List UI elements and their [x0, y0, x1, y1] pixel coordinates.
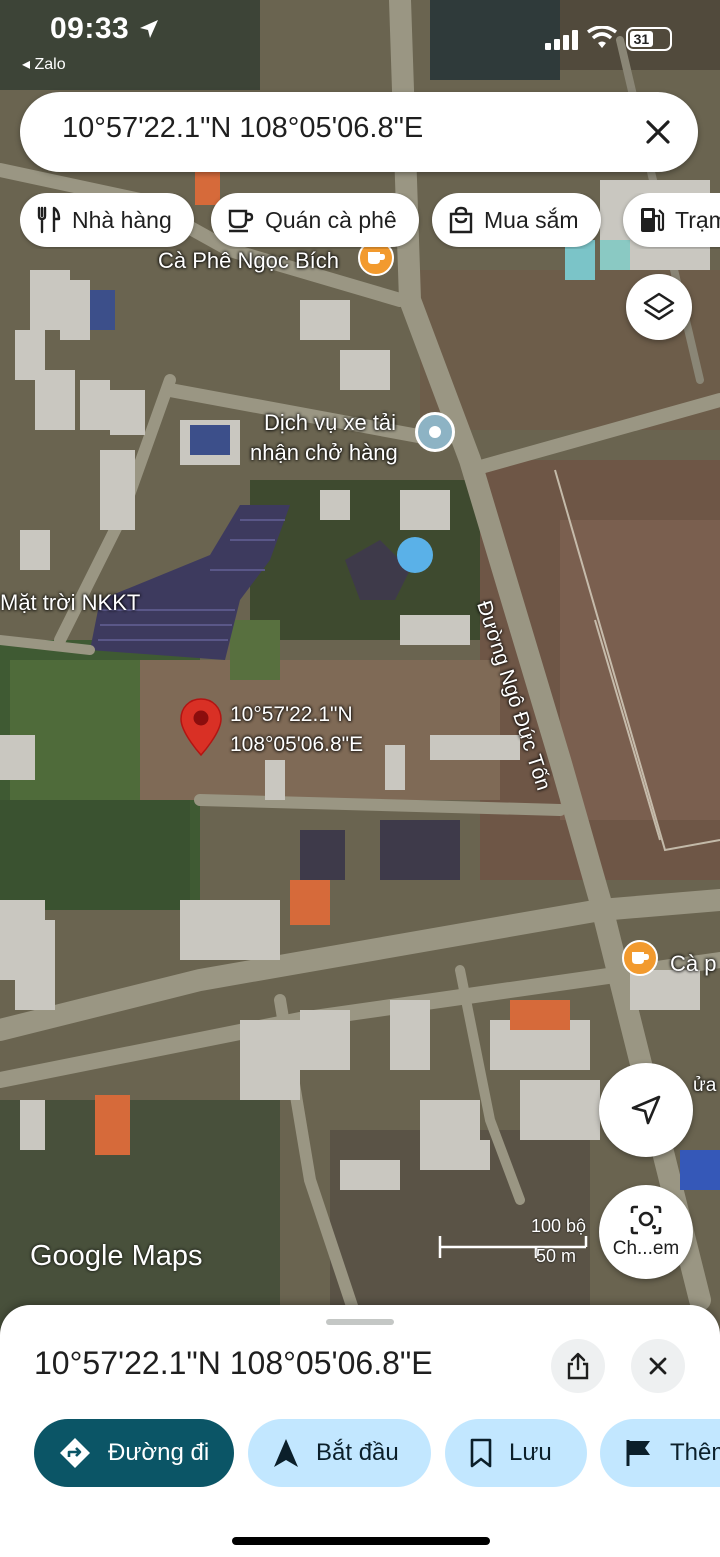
share-icon: [567, 1352, 589, 1380]
action-buttons: Đường đi Bắt đầu Lưu Thêm: [0, 1419, 720, 1489]
status-time: 09:33: [50, 12, 130, 45]
directions-label: Đường đi: [108, 1439, 210, 1466]
search-query[interactable]: 10°57'22.1"N 108°05'06.8"E: [62, 112, 423, 145]
chip-label: Quán cà phê: [265, 206, 397, 233]
chip-coffee[interactable]: Quán cà phê: [211, 193, 419, 247]
chip-label: Nhà hàng: [72, 206, 172, 233]
save-button[interactable]: Lưu: [445, 1419, 587, 1487]
lens-button[interactable]: Ch...em: [599, 1185, 693, 1279]
poi-label-truck-service-2[interactable]: nhận chở hàng: [250, 440, 398, 466]
share-button[interactable]: [551, 1339, 605, 1393]
poi-label-partial[interactable]: ửa: [693, 1075, 716, 1097]
save-label: Lưu: [509, 1439, 552, 1466]
battery-icon: 31: [626, 27, 672, 51]
back-to-app-link[interactable]: ◂ Zalo: [22, 54, 66, 74]
navigation-arrow-icon: [274, 1439, 298, 1467]
close-sheet-button[interactable]: [631, 1339, 685, 1393]
directions-button[interactable]: Đường đi: [34, 1419, 234, 1487]
chip-gas-station[interactable]: Trạm: [623, 193, 720, 247]
gas-pump-icon: [641, 208, 665, 232]
start-label: Bắt đầu: [316, 1439, 399, 1466]
layers-button[interactable]: [626, 274, 692, 340]
lens-label: Ch...em: [612, 1238, 680, 1259]
flag-icon: [626, 1440, 650, 1466]
place-bottom-sheet[interactable]: 10°57'22.1"N 108°05'06.8"E Đường đi Bắt …: [0, 1305, 720, 1557]
place-title: 10°57'22.1"N 108°05'06.8"E: [34, 1345, 433, 1381]
fork-knife-icon: [37, 206, 61, 234]
chip-label: Trạm: [675, 206, 720, 233]
camera-lens-icon: [630, 1205, 662, 1235]
more-label: Thêm: [670, 1439, 720, 1466]
bookmark-icon: [470, 1438, 492, 1468]
chip-shopping[interactable]: Mua sắm: [432, 193, 601, 247]
poi-label-cafe-right[interactable]: Cà p: [670, 951, 716, 977]
location-pin-icon[interactable]: [178, 697, 224, 762]
chip-label: Mua sắm: [484, 206, 579, 233]
home-indicator[interactable]: [232, 1537, 490, 1545]
clear-search-icon[interactable]: [638, 112, 678, 152]
location-poi-icon[interactable]: [415, 412, 455, 452]
pin-label-lat: 10°57'22.1"N: [230, 703, 353, 726]
more-button[interactable]: Thêm: [600, 1419, 720, 1487]
start-button[interactable]: Bắt đầu: [248, 1419, 431, 1487]
chip-restaurants[interactable]: Nhà hàng: [20, 193, 194, 247]
close-icon: [649, 1357, 667, 1375]
search-bar[interactable]: 10°57'22.1"N 108°05'06.8"E: [20, 92, 698, 172]
poi-label-cafe-ngoc-bich[interactable]: Cà Phê Ngọc Bích: [158, 248, 339, 274]
poi-label-solar[interactable]: Mặt trời NKKT: [0, 590, 140, 616]
google-maps-logo: Google Maps: [30, 1240, 203, 1272]
status-bar: 09:33 ◂ Zalo 31: [0, 0, 720, 80]
scale-metric: 50 m: [536, 1246, 577, 1266]
map-scale-bar: 100 bộ 50 m: [438, 1216, 588, 1266]
pin-label-lng: 108°05'06.8"E: [230, 733, 364, 756]
battery-level: 31: [630, 31, 653, 47]
coffee-cup-icon: [228, 209, 254, 233]
directions-icon: [60, 1438, 90, 1468]
layers-icon: [643, 292, 675, 321]
navigation-arrow-outline-icon: [631, 1095, 661, 1125]
wifi-icon: [587, 26, 617, 48]
sheet-drag-handle[interactable]: [326, 1319, 394, 1325]
shopping-bag-icon: [449, 206, 473, 234]
category-chips: Nhà hàng Quán cà phê Mua sắm Trạm: [20, 193, 720, 249]
location-arrow-icon: [140, 20, 158, 38]
my-location-button[interactable]: [599, 1063, 693, 1157]
cellular-signal-icon: [545, 30, 578, 50]
coffee-poi-icon-right[interactable]: [622, 940, 658, 976]
poi-label-truck-service-1[interactable]: Dịch vụ xe tải: [264, 410, 396, 436]
